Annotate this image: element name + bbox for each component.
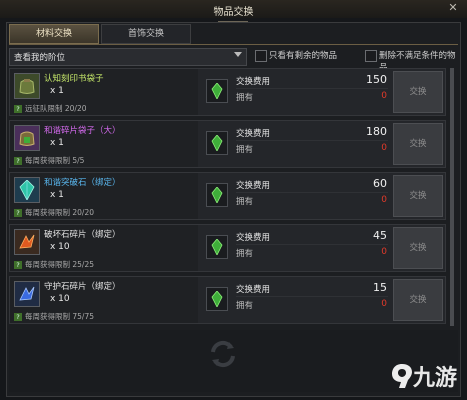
divider <box>236 296 388 297</box>
exchange-button[interactable]: 交换 <box>393 227 443 269</box>
item-quantity: x 1 <box>50 138 64 148</box>
cost-label: 交换费用 <box>236 129 271 139</box>
checkbox-delete-unmet[interactable] <box>365 50 377 62</box>
list-scrollbar[interactable] <box>450 68 454 326</box>
tab-bar: 材料交换 首饰交换 <box>9 24 193 44</box>
exchange-row: 认知刻印书袋子 x 1 ? 远征队限制 20/20 交换费用 拥有 150 0 交… <box>9 68 446 116</box>
refresh-icon <box>205 336 241 372</box>
tab-underline <box>9 44 458 45</box>
exchange-button[interactable]: 交换 <box>393 175 443 217</box>
item-name: 破坏石碎片（绑定） <box>44 230 121 240</box>
owned-value: 0 <box>381 143 387 153</box>
divider <box>236 88 388 89</box>
cost-value: 45 <box>373 229 387 242</box>
question-icon[interactable]: ? <box>14 209 22 217</box>
item-cell: 和谐突破石（绑定） x 1 ? 每周获得限制 20/20 <box>10 173 198 219</box>
tier-dropdown[interactable]: 查看我的阶位 <box>9 48 247 66</box>
tab-accessory-exchange[interactable]: 首饰交换 <box>101 24 191 44</box>
item-quantity: x 10 <box>50 294 70 304</box>
own-label: 拥有 <box>236 145 254 155</box>
owned-value: 0 <box>381 299 387 309</box>
item-cell: 破坏石碎片（绑定） x 10 ? 每周获得限制 25/25 <box>10 225 198 271</box>
blue-shard-icon[interactable] <box>14 281 40 307</box>
bag-icon[interactable] <box>14 73 40 99</box>
item-limit: ? 每周获得限制 25/25 <box>14 259 94 270</box>
item-name: 认知刻印书袋子 <box>44 74 104 84</box>
item-limit: ? 远征队限制 20/20 <box>14 103 87 114</box>
exchange-row: 和谐碎片袋子（大） x 1 ? 每周获得限制 5/5 交换费用 拥有 180 0 … <box>9 120 446 168</box>
item-limit: ? 每周获得限制 75/75 <box>14 311 94 322</box>
close-button[interactable]: ✕ <box>447 2 459 14</box>
nine-game-logo-icon <box>391 364 412 388</box>
exchange-button[interactable]: 交换 <box>393 71 443 113</box>
item-quantity: x 10 <box>50 242 70 252</box>
item-cell: 和谐碎片袋子（大） x 1 ? 每周获得限制 5/5 <box>10 121 198 167</box>
exchange-row: 和谐突破石（绑定） x 1 ? 每周获得限制 20/20 交换费用 拥有 60 0… <box>9 172 446 220</box>
green-crystal-icon <box>206 79 228 103</box>
watermark-text: 九游 <box>412 366 457 391</box>
own-label: 拥有 <box>236 301 254 311</box>
cost-value: 180 <box>366 125 387 138</box>
tab-material-exchange[interactable]: 材料交换 <box>9 24 99 44</box>
title-decoration <box>218 15 248 22</box>
chevron-down-icon <box>234 52 242 57</box>
green-crystal-icon <box>206 131 228 155</box>
green-crystal-icon <box>206 235 228 259</box>
cost-label: 交换费用 <box>236 77 271 87</box>
question-icon[interactable]: ? <box>14 105 22 113</box>
watermark-logo: 九游 <box>391 360 457 392</box>
divider <box>236 140 388 141</box>
item-cell: 认知刻印书袋子 x 1 ? 远征队限制 20/20 <box>10 69 198 115</box>
exchange-row: 守护石碎片（绑定） x 10 ? 每周获得限制 75/75 交换费用 拥有 15 … <box>9 276 446 324</box>
item-limit: ? 每周获得限制 5/5 <box>14 155 84 166</box>
filter-bar: 查看我的阶位 只看有剩余的物品 删除不满足条件的物品 <box>9 48 458 73</box>
question-icon[interactable]: ? <box>14 261 22 269</box>
item-name: 守护石碎片（绑定） <box>44 282 121 292</box>
green-crystal-icon <box>206 287 228 311</box>
red-shard-icon[interactable] <box>14 229 40 255</box>
checkbox-remaining-only[interactable] <box>255 50 267 62</box>
cost-label: 交换费用 <box>236 285 271 295</box>
checkbox-remaining-label: 只看有剩余的物品 <box>269 51 338 61</box>
cost-value: 15 <box>373 281 387 294</box>
exchange-button[interactable]: 交换 <box>393 123 443 165</box>
tier-dropdown-value: 查看我的阶位 <box>14 53 66 63</box>
exchange-list: 认知刻印书袋子 x 1 ? 远征队限制 20/20 交换费用 拥有 150 0 交… <box>9 68 446 328</box>
exchange-button[interactable]: 交换 <box>393 279 443 321</box>
item-quantity: x 1 <box>50 86 64 96</box>
cost-label: 交换费用 <box>236 181 271 191</box>
own-label: 拥有 <box>236 93 254 103</box>
own-label: 拥有 <box>236 197 254 207</box>
own-label: 拥有 <box>236 249 254 259</box>
item-cell: 守护石碎片（绑定） x 10 ? 每周获得限制 75/75 <box>10 277 198 323</box>
owned-value: 0 <box>381 195 387 205</box>
question-icon[interactable]: ? <box>14 313 22 321</box>
bag-icon[interactable] <box>14 125 40 151</box>
item-quantity: x 1 <box>50 190 64 200</box>
divider <box>236 244 388 245</box>
question-icon[interactable]: ? <box>14 157 22 165</box>
exchange-row: 破坏石碎片（绑定） x 10 ? 每周获得限制 25/25 交换费用 拥有 45 … <box>9 224 446 272</box>
owned-value: 0 <box>381 91 387 101</box>
item-name: 和谐碎片袋子（大） <box>44 126 121 136</box>
divider <box>236 192 388 193</box>
cost-label: 交换费用 <box>236 233 271 243</box>
cost-value: 60 <box>373 177 387 190</box>
green-crystal-icon <box>206 183 228 207</box>
crystal-icon[interactable] <box>14 177 40 203</box>
item-name: 和谐突破石（绑定） <box>44 178 121 188</box>
cost-value: 150 <box>366 73 387 86</box>
owned-value: 0 <box>381 247 387 257</box>
item-limit: ? 每周获得限制 20/20 <box>14 207 94 218</box>
scrollbar-thumb[interactable] <box>450 68 454 326</box>
